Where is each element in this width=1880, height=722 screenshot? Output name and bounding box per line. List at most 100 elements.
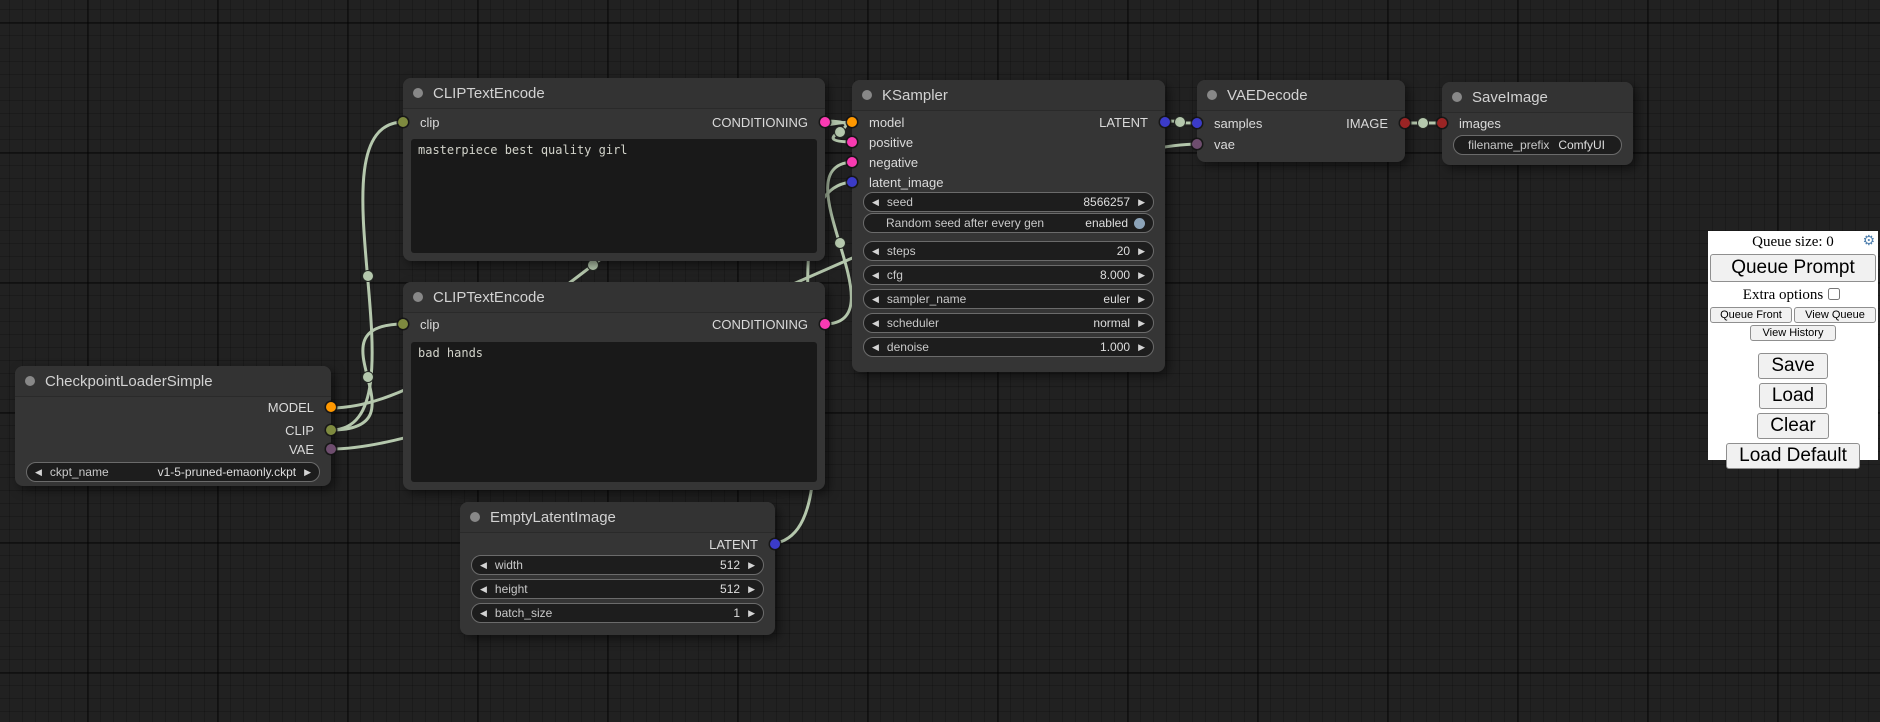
node-title[interactable]: CLIPTextEncode [403,78,825,109]
output-slot-conditioning[interactable] [820,319,830,329]
slot-row: clip CONDITIONING [403,112,825,132]
prompt-textarea[interactable]: bad hands [411,342,817,482]
extra-options-row: Extra options [1710,285,1876,304]
extra-options-checkbox[interactable] [1828,288,1840,300]
load-default-button[interactable]: Load Default [1726,443,1860,469]
increment-icon[interactable]: ▶ [1138,295,1145,304]
slot-label: CONDITIONING [712,115,808,130]
slot-row: latent_image [852,172,1165,192]
widget-seed[interactable]: ◀ seed 8566257 ▶ [863,192,1154,212]
queue-prompt-button[interactable]: Queue Prompt [1710,254,1876,282]
slot-row: MODEL [15,397,331,417]
input-slot-latent-image[interactable] [847,177,857,187]
slot-label: samples [1214,116,1262,131]
input-slot-positive[interactable] [847,137,857,147]
node-vaedecode[interactable]: VAEDecode samples IMAGE vae [1197,80,1405,162]
input-slot-samples[interactable] [1192,118,1202,128]
widget-cfg[interactable]: ◀ cfg 8.000 ▶ [863,265,1154,285]
widget-width[interactable]: ◀ width 512 ▶ [471,555,764,575]
output-slot-model[interactable] [326,402,336,412]
decrement-icon[interactable]: ◀ [872,343,879,352]
node-title[interactable]: KSampler [852,80,1165,111]
decrement-icon[interactable]: ◀ [35,468,42,477]
queue-front-button[interactable]: Queue Front [1710,307,1792,323]
input-slot-clip[interactable] [398,117,408,127]
collapse-toggle-icon[interactable] [25,376,35,386]
toggle-indicator-icon[interactable] [1134,218,1145,229]
decrement-icon[interactable]: ◀ [872,295,879,304]
output-slot-image[interactable] [1400,118,1410,128]
decrement-icon[interactable]: ◀ [872,319,879,328]
collapse-toggle-icon[interactable] [413,292,423,302]
slot-label: images [1459,116,1501,131]
increment-icon[interactable]: ▶ [1138,343,1145,352]
node-title[interactable]: VAEDecode [1197,80,1405,111]
node-title[interactable]: SaveImage [1442,82,1633,113]
output-slot-latent[interactable] [770,539,780,549]
node-cliptextencode-positive[interactable]: CLIPTextEncode clip CONDITIONING masterp… [403,78,825,261]
collapse-toggle-icon[interactable] [470,512,480,522]
widget-height[interactable]: ◀ height 512 ▶ [471,579,764,599]
widget-steps[interactable]: ◀ steps 20 ▶ [863,241,1154,261]
increment-icon[interactable]: ▶ [748,585,755,594]
decrement-icon[interactable]: ◀ [872,247,879,256]
widget-label: Random seed after every gen [886,216,1044,230]
widget-filename-prefix[interactable]: filename_prefix ComfyUI [1453,135,1622,155]
collapse-toggle-icon[interactable] [862,90,872,100]
increment-icon[interactable]: ▶ [1138,198,1145,207]
widget-value: euler [1103,292,1130,306]
output-slot-latent[interactable] [1160,117,1170,127]
decrement-icon[interactable]: ◀ [872,271,879,280]
widget-batch-size[interactable]: ◀ batch_size 1 ▶ [471,603,764,623]
increment-icon[interactable]: ▶ [304,468,311,477]
widget-value: 512 [720,582,740,596]
node-saveimage[interactable]: SaveImage images filename_prefix ComfyUI [1442,82,1633,165]
input-slot-negative[interactable] [847,157,857,167]
node-checkpointloadersimple[interactable]: CheckpointLoaderSimple MODEL CLIP VAE ◀ … [15,366,331,486]
link-midpoint-dot [835,127,846,138]
clear-button[interactable]: Clear [1757,413,1828,439]
increment-icon[interactable]: ▶ [748,561,755,570]
decrement-icon[interactable]: ◀ [480,561,487,570]
increment-icon[interactable]: ▶ [1138,247,1145,256]
widget-label: batch_size [495,606,552,620]
increment-icon[interactable]: ▶ [748,609,755,618]
decrement-icon[interactable]: ◀ [480,585,487,594]
node-ksampler[interactable]: KSampler model LATENT positive negative … [852,80,1165,372]
widget-sampler-name[interactable]: ◀ sampler_name euler ▶ [863,289,1154,309]
save-button[interactable]: Save [1758,353,1827,379]
input-slot-images[interactable] [1437,118,1447,128]
widget-label: denoise [887,340,929,354]
node-title[interactable]: CLIPTextEncode [403,282,825,313]
output-slot-vae[interactable] [326,444,336,454]
extra-options-label: Extra options [1743,287,1823,303]
output-slot-clip[interactable] [326,425,336,435]
increment-icon[interactable]: ▶ [1138,271,1145,280]
node-title[interactable]: EmptyLatentImage [460,502,775,533]
increment-icon[interactable]: ▶ [1138,319,1145,328]
view-queue-button[interactable]: View Queue [1794,307,1876,323]
prompt-textarea[interactable]: masterpiece best quality girl [411,139,817,253]
load-button[interactable]: Load [1759,383,1827,409]
collapse-toggle-icon[interactable] [1452,92,1462,102]
node-title[interactable]: CheckpointLoaderSimple [15,366,331,397]
node-title-label: CheckpointLoaderSimple [45,373,213,390]
collapse-toggle-icon[interactable] [1207,90,1217,100]
settings-gear-icon[interactable]: ⚙ [1862,233,1875,249]
widget-ckpt-name[interactable]: ◀ ckpt_name v1-5-pruned-emaonly.ckpt ▶ [26,462,320,482]
widget-random-seed-toggle[interactable]: Random seed after every gen enabled [863,213,1154,233]
node-cliptextencode-negative[interactable]: CLIPTextEncode clip CONDITIONING bad han… [403,282,825,490]
decrement-icon[interactable]: ◀ [480,609,487,618]
collapse-toggle-icon[interactable] [413,88,423,98]
input-slot-vae[interactable] [1192,139,1202,149]
view-history-button[interactable]: View History [1750,325,1836,341]
link-midpoint-dot [1175,117,1186,128]
decrement-icon[interactable]: ◀ [872,198,879,207]
input-slot-clip[interactable] [398,319,408,329]
node-emptylatentimage[interactable]: EmptyLatentImage LATENT ◀ width 512 ▶ ◀ … [460,502,775,635]
input-slot-model[interactable] [847,117,857,127]
widget-denoise[interactable]: ◀ denoise 1.000 ▶ [863,337,1154,357]
widget-scheduler[interactable]: ◀ scheduler normal ▶ [863,313,1154,333]
output-slot-conditioning[interactable] [820,117,830,127]
node-graph-canvas[interactable]: CheckpointLoaderSimple MODEL CLIP VAE ◀ … [0,0,1880,722]
